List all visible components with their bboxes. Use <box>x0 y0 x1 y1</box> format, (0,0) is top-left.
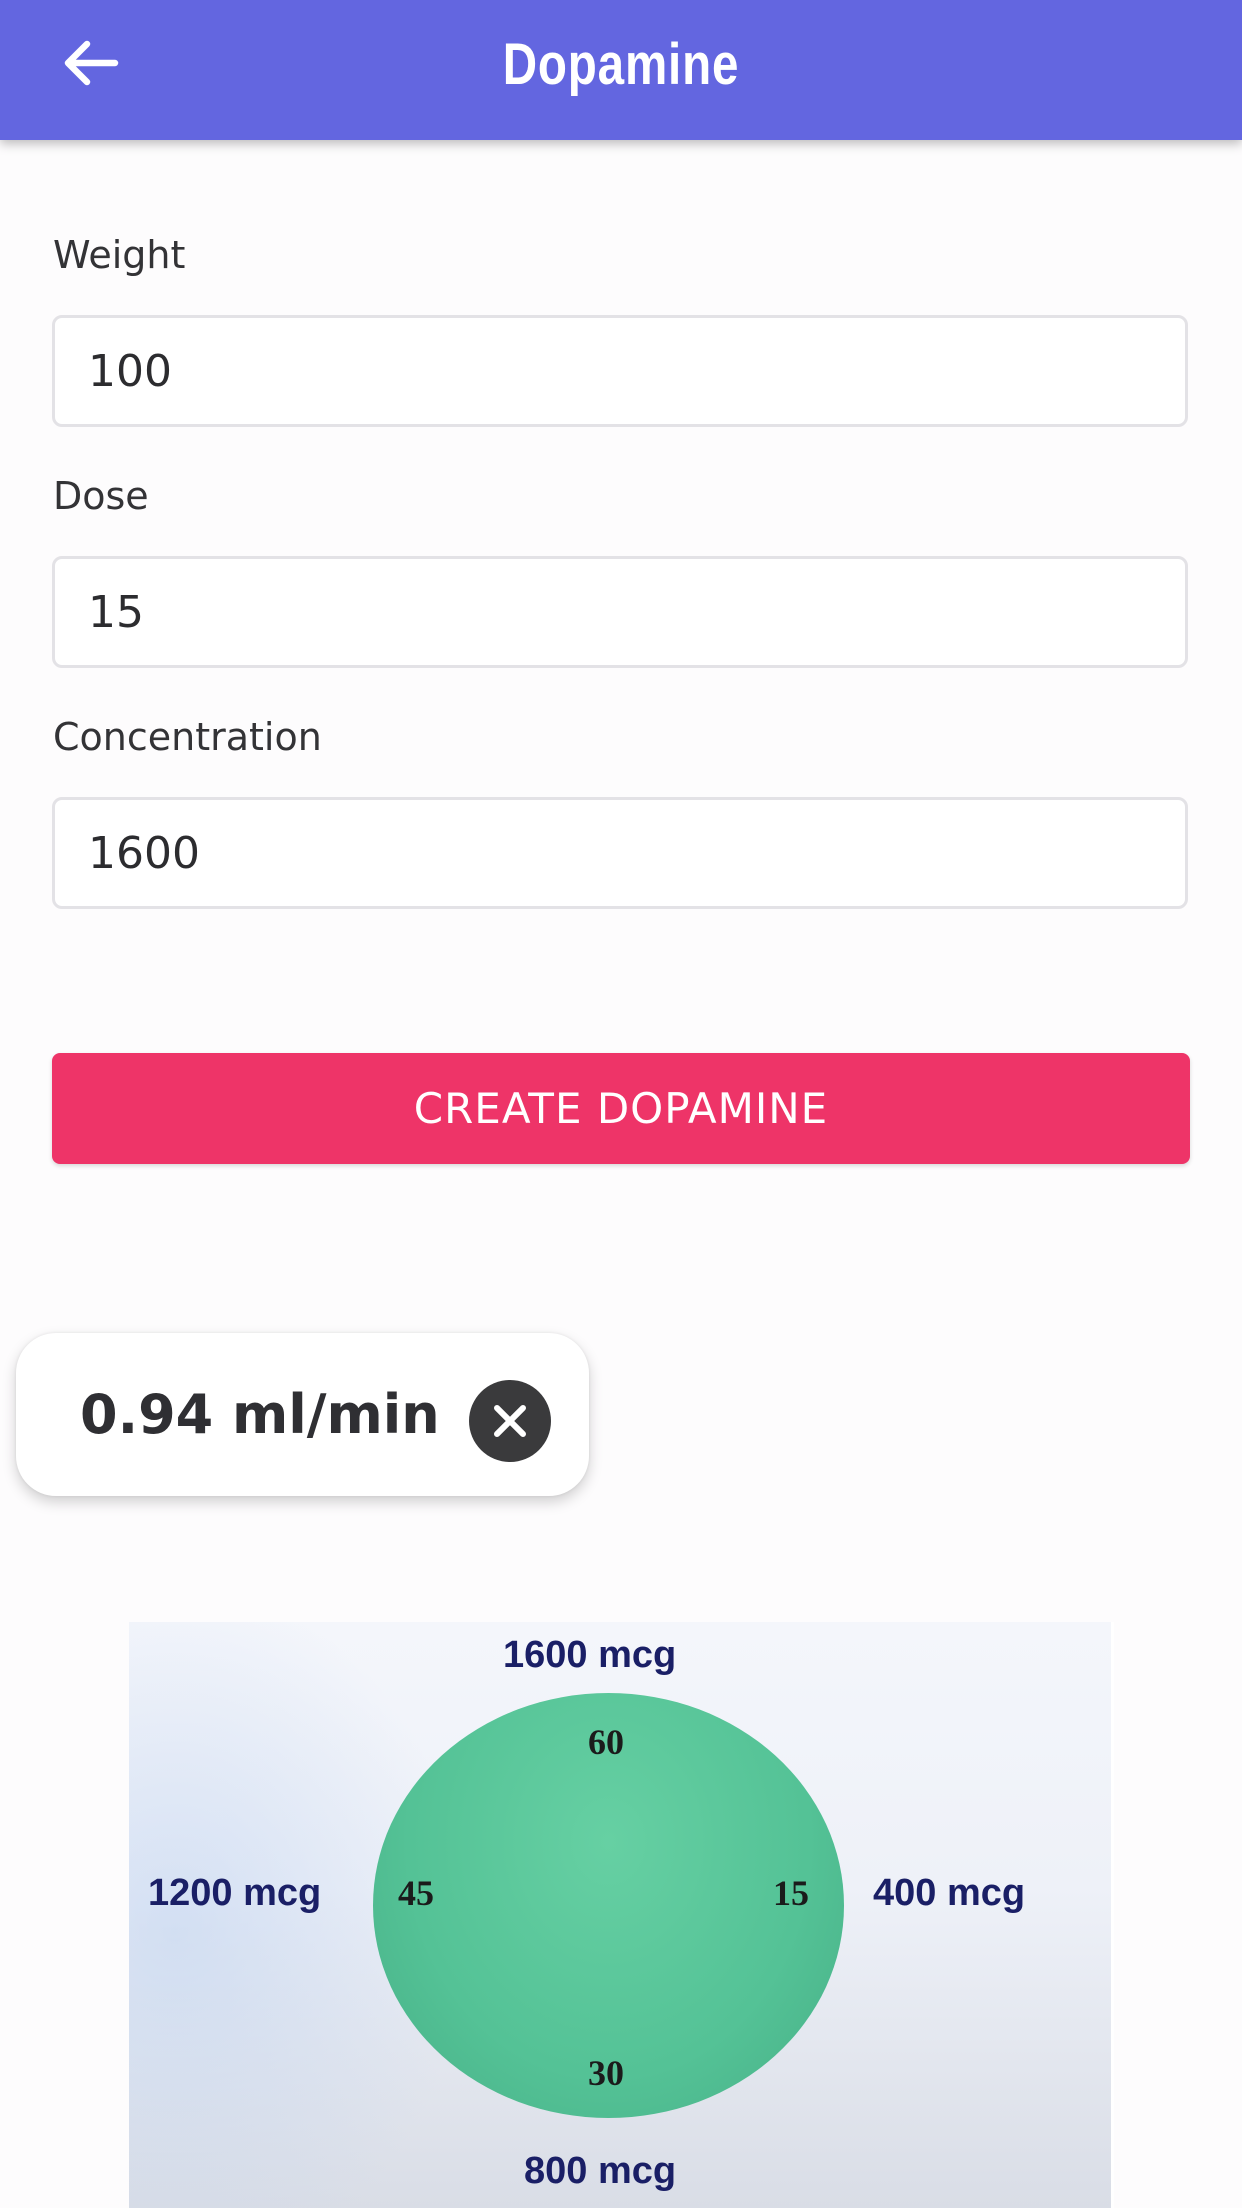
dose-input[interactable] <box>52 556 1188 668</box>
close-circle-icon[interactable] <box>469 1380 551 1462</box>
close-x-glyph <box>494 1405 526 1437</box>
page-title: Dopamine <box>502 32 740 97</box>
label-top-mcg: 1600 mcg <box>503 1634 677 1676</box>
label-bottom-mcg: 800 mcg <box>524 2150 677 2192</box>
concentration-label: Concentration <box>53 715 322 759</box>
weight-input[interactable] <box>52 315 1188 427</box>
label-left-mcg: 1200 mcg <box>148 1872 322 1914</box>
label-right-mcg: 400 mcg <box>873 1872 1026 1914</box>
label-top-minutes: 60 <box>588 1722 624 1762</box>
dose-clock-diagram: 1600 mcg 1200 mcg 400 mcg 800 mcg 60 45 … <box>129 1622 1114 2208</box>
arrow-left-icon <box>64 40 119 86</box>
app-bar: Dopamine <box>0 0 1242 140</box>
weight-label: Weight <box>53 233 186 277</box>
diagram-edge <box>1111 1622 1114 2208</box>
label-left-minutes: 45 <box>398 1873 434 1913</box>
label-bottom-minutes: 30 <box>588 2053 624 2093</box>
label-right-minutes: 15 <box>773 1873 809 1913</box>
dose-label: Dose <box>53 474 149 518</box>
concentration-input[interactable] <box>52 797 1188 909</box>
result-value: 0.94 ml/min <box>80 1383 440 1446</box>
create-dopamine-button[interactable]: CREATE DOPAMINE <box>52 1053 1190 1164</box>
